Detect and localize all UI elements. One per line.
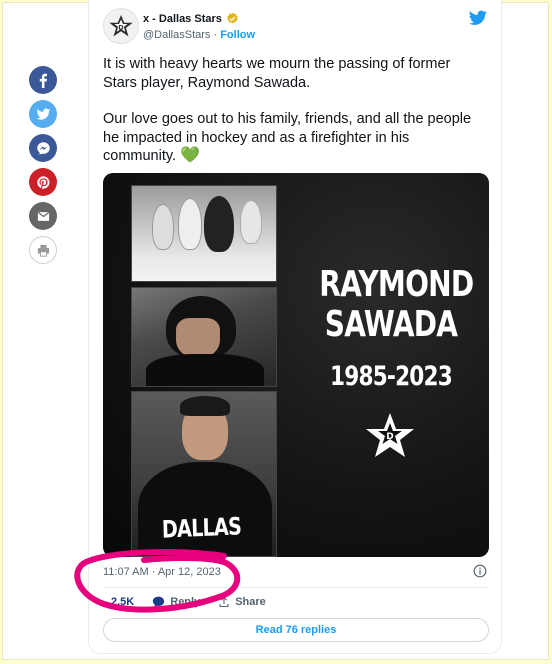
avatar[interactable]: D (103, 8, 139, 44)
pinterest-icon (36, 175, 49, 189)
headshot-photo: DALLAS (131, 391, 277, 557)
tweet-text: It is with heavy hearts we mourn the pas… (103, 55, 483, 184)
print-icon (37, 244, 49, 257)
twitter-icon (36, 108, 50, 120)
memorial-years: 1985-2023 (330, 361, 453, 392)
jersey-text: DALLAS (161, 512, 242, 544)
share-messenger-button[interactable] (29, 134, 57, 162)
twitter-logo-icon[interactable] (469, 10, 487, 26)
read-replies-button[interactable]: Read 76 replies (103, 618, 489, 642)
author-display-name[interactable]: x - Dallas Stars (143, 13, 222, 25)
helmet-portrait-photo (131, 287, 277, 387)
follow-link[interactable]: Follow (220, 29, 255, 41)
facebook-icon (39, 73, 47, 88)
tweet-actions: 2.5K Reply Share (103, 596, 284, 608)
divider (103, 587, 487, 588)
svg-text:D: D (118, 23, 124, 31)
tweet-paragraph-1: It is with heavy hearts we mourn the pas… (103, 56, 451, 91)
share-rail (29, 66, 57, 270)
info-icon[interactable] (473, 564, 487, 578)
share-twitter-button[interactable] (29, 100, 57, 128)
memorial-name: RAYMOND SAWADA (319, 264, 474, 345)
action-photo (131, 185, 277, 282)
share-email-button[interactable] (29, 202, 57, 230)
messenger-icon (36, 141, 50, 155)
dallas-stars-emblem-icon: D (366, 413, 414, 457)
share-facebook-button[interactable] (29, 66, 57, 94)
tweet-paragraph-2: Our love goes out to his family, friends… (103, 110, 483, 166)
share-button[interactable]: Share (218, 596, 266, 608)
email-icon (37, 211, 49, 221)
reply-button[interactable]: Reply (152, 596, 200, 608)
svg-text:D: D (386, 432, 393, 442)
share-pinterest-button[interactable] (29, 168, 57, 196)
share-arrow-icon (219, 596, 229, 608)
embedded-tweet: D x - Dallas Stars @DallasStars · Follow… (88, 0, 502, 654)
like-button[interactable]: 2.5K (111, 596, 134, 608)
reply-bubble-icon (153, 596, 165, 608)
tweet-paragraph-2-text: Our love goes out to his family, friends… (103, 111, 472, 164)
handle-separator: · (210, 29, 221, 41)
share-label: Share (235, 596, 266, 608)
tweet-timestamp[interactable]: 11:07 AM · Apr 12, 2023 (103, 566, 221, 578)
author-handle[interactable]: @DallasStars (143, 29, 210, 41)
verified-badge-icon (227, 12, 238, 24)
print-button[interactable] (29, 236, 57, 264)
reply-label: Reply (170, 596, 201, 608)
green-heart-emoji: 💚 (180, 147, 201, 164)
likes-count: 2.5K (111, 596, 135, 608)
author-handle-row: @DallasStars · Follow (143, 29, 255, 41)
dallas-stars-logo-icon: D (109, 14, 133, 37)
tweet-media-image[interactable]: DALLAS RAYMOND SAWADA 1985-2023 D (103, 173, 489, 557)
author-name-row: x - Dallas Stars (143, 12, 239, 25)
